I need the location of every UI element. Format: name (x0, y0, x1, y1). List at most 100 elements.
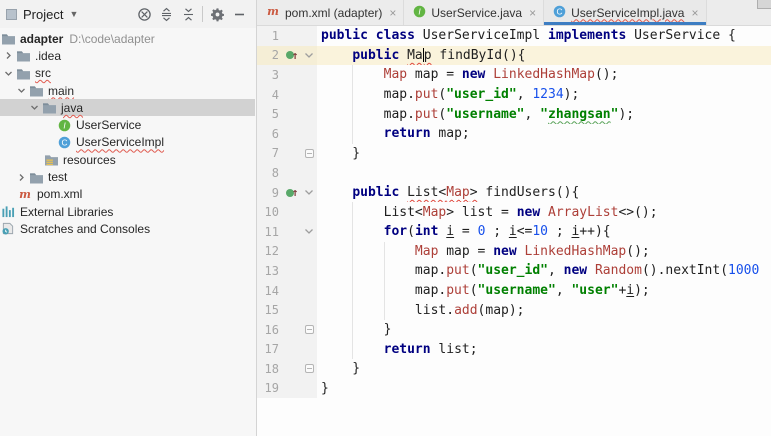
code-line-2[interactable]: 2↑ public Map findById(){ (257, 46, 771, 66)
tree-item-label: test (48, 170, 67, 184)
fold-chevron-icon[interactable] (301, 222, 317, 242)
line-number: 15 (257, 300, 283, 320)
tree-item-scratches-and-consoles[interactable]: Scratches and Consoles (0, 220, 255, 237)
chevron-right-icon[interactable] (2, 51, 15, 60)
window-scrollbar-fragment (757, 0, 771, 9)
implementing-method-gutter-icon[interactable]: ↑ (283, 183, 301, 203)
folder-icon (0, 31, 16, 47)
chevron-down-icon[interactable]: ▼ (69, 9, 78, 19)
tree-item-userserviceimpl[interactable]: CUserServiceImpl (0, 134, 255, 151)
code-line-17[interactable]: 17 return list; (257, 340, 771, 360)
panel-title[interactable]: Project (23, 7, 63, 22)
indent-guide (352, 340, 353, 360)
expand-all-icon[interactable] (155, 4, 177, 24)
line-number: 6 (257, 124, 283, 144)
gutter-icon-slot (283, 281, 301, 301)
gutter-icon-slot (283, 300, 301, 320)
code-line-12[interactable]: 12 Map map = new LinkedHashMap(); (257, 242, 771, 262)
tree-item-pom-xml[interactable]: mpom.xml (0, 186, 255, 203)
code-editor[interactable]: 1public class UserServiceImpl implements… (257, 26, 771, 436)
line-number: 18 (257, 359, 283, 379)
collapse-all-icon[interactable] (177, 4, 199, 24)
folder-resources-icon (43, 152, 59, 168)
code-text: map.put("username", "zhangsan"); (317, 104, 771, 124)
tree-item-userservice[interactable]: I UserService (0, 116, 255, 133)
code-line-7[interactable]: 7 } (257, 144, 771, 164)
line-number: 9 (257, 183, 283, 203)
close-icon[interactable]: × (529, 6, 536, 20)
code-line-6[interactable]: 6 return map; (257, 124, 771, 144)
code-line-9[interactable]: 9↑ public List<Map> findUsers(){ (257, 183, 771, 203)
gutter-icon-slot (283, 340, 301, 360)
tree-item--idea[interactable]: .idea (0, 47, 255, 64)
fold-slot (301, 202, 317, 222)
chevron-down-icon[interactable] (28, 103, 41, 112)
fold-end-icon[interactable] (301, 359, 317, 379)
tree-item-external-libraries[interactable]: External Libraries (0, 203, 255, 220)
fold-chevron-icon[interactable] (301, 183, 317, 203)
tree-item-adapter[interactable]: adapterD:\code\adapter (0, 30, 255, 47)
chevron-right-icon[interactable] (15, 173, 28, 182)
editor-tab-pom-xml-adapter-[interactable]: mpom.xml (adapter)× (257, 0, 404, 25)
code-line-11[interactable]: 11 for(int i = 0 ; i<=10 ; i++){ (257, 222, 771, 242)
editor-tab-userserviceimpl-java[interactable]: CUserServiceImpl.java× (544, 0, 706, 25)
svg-text:C: C (557, 6, 563, 16)
close-icon[interactable]: × (389, 6, 396, 20)
gutter-icon-slot (283, 104, 301, 124)
gutter-icon-slot (283, 359, 301, 379)
code-line-5[interactable]: 5 map.put("username", "zhangsan"); (257, 104, 771, 124)
editor-tab-userservice-java[interactable]: IUserService.java× (404, 0, 544, 25)
fold-end-icon[interactable] (301, 320, 317, 340)
code-text: } (317, 379, 771, 399)
code-line-19[interactable]: 19} (257, 379, 771, 399)
indent-guide (352, 261, 353, 281)
tree-item-java[interactable]: java (0, 99, 255, 116)
tree-item-test[interactable]: test (0, 168, 255, 185)
code-text: for(int i = 0 ; i<=10 ; i++){ (317, 222, 771, 242)
code-line-4[interactable]: 4 map.put("user_id", 1234); (257, 85, 771, 105)
line-number: 1 (257, 26, 283, 46)
code-line-14[interactable]: 14 map.put("username", "user"+i); (257, 281, 771, 301)
code-line-18[interactable]: 18 } (257, 359, 771, 379)
tree-item-label: .idea (35, 49, 61, 63)
indent-guide (352, 300, 353, 320)
folder-icon (28, 169, 44, 185)
fold-end-icon[interactable] (301, 144, 317, 164)
scratches-icon (0, 221, 16, 237)
chevron-down-icon[interactable] (2, 69, 15, 78)
line-number: 2 (257, 46, 283, 66)
code-line-1[interactable]: 1public class UserServiceImpl implements… (257, 26, 771, 46)
folder-icon (41, 100, 57, 116)
settings-gear-icon[interactable] (206, 4, 228, 24)
fold-slot (301, 65, 317, 85)
line-number: 10 (257, 202, 283, 222)
tree-item-main[interactable]: main (0, 82, 255, 99)
implementing-method-gutter-icon[interactable]: ↑ (283, 46, 301, 66)
close-icon[interactable]: × (691, 6, 698, 20)
indent-guide (384, 300, 385, 320)
code-line-16[interactable]: 16 } (257, 320, 771, 340)
fold-chevron-icon[interactable] (301, 46, 317, 66)
code-text (317, 163, 771, 183)
line-number: 3 (257, 65, 283, 85)
indent-guide (384, 242, 385, 262)
chevron-down-icon[interactable] (15, 86, 28, 95)
code-line-8[interactable]: 8 (257, 163, 771, 183)
line-number: 13 (257, 261, 283, 281)
code-line-13[interactable]: 13 map.put("user_id", new Random().nextI… (257, 261, 771, 281)
code-line-15[interactable]: 15 list.add(map); (257, 300, 771, 320)
code-line-3[interactable]: 3 Map map = new LinkedHashMap(); (257, 65, 771, 85)
code-line-10[interactable]: 10 List<Map> list = new ArrayList<>(); (257, 202, 771, 222)
hide-panel-icon[interactable] (228, 4, 250, 24)
tree-item-label: UserService (76, 118, 141, 132)
line-number: 11 (257, 222, 283, 242)
gutter-icon-slot (283, 261, 301, 281)
gutter-icon-slot (283, 222, 301, 242)
tree-item-src[interactable]: src (0, 65, 255, 82)
interface-icon: I (56, 117, 72, 133)
code-text: map.put("user_id", 1234); (317, 85, 771, 105)
locate-icon[interactable] (133, 4, 155, 24)
gutter-icon-slot (283, 242, 301, 262)
indent-guide (352, 281, 353, 301)
tree-item-resources[interactable]: resources (0, 151, 255, 168)
